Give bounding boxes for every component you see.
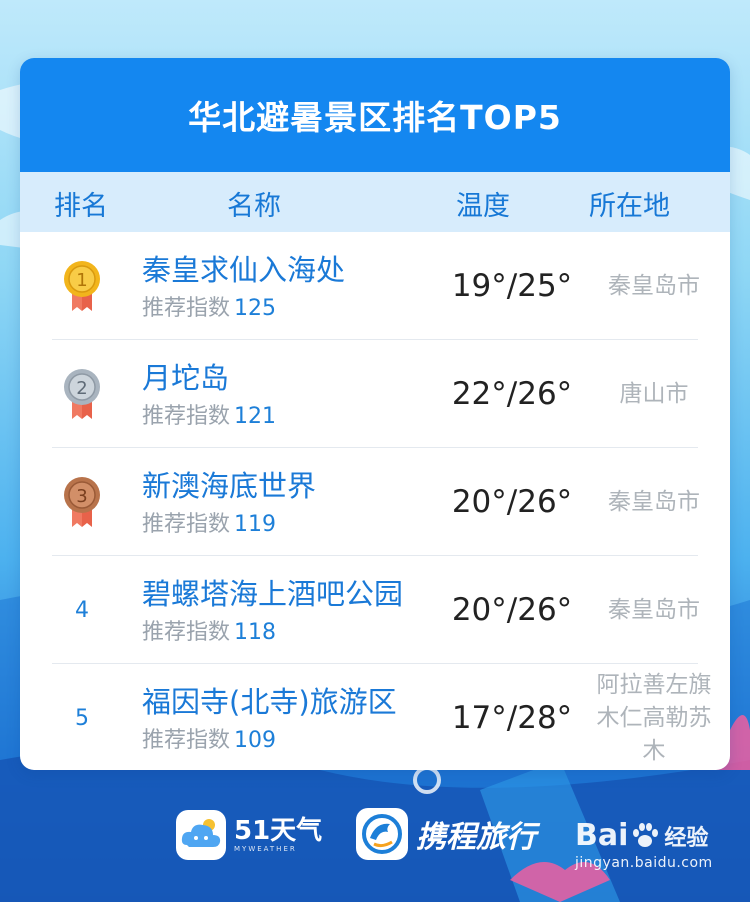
page-title: 华北避暑景区排名TOP5 <box>188 98 562 137</box>
ranking-row-1[interactable]: 1 秦皇求仙入海处 推荐指数 125 19°/25° 秦皇岛市 <box>52 232 700 340</box>
weather-logo-text: 51天气 <box>234 816 323 846</box>
cloud-mascot-icon <box>176 810 226 860</box>
recommend-index: 推荐指数 119 <box>142 506 316 538</box>
medal-rank-number: 1 <box>76 270 87 291</box>
index-value: 119 <box>234 512 277 537</box>
weather-logo-subtext: MYWEATHER <box>234 845 297 853</box>
ctrip-logo-text: 携程旅行 <box>416 820 536 855</box>
silver-medal-icon: 2 <box>64 369 100 419</box>
ctrip-logo[interactable]: 携程旅行 <box>356 808 536 860</box>
baidu-jingyan-watermark: Bai 经验 jingyan.baidu.com <box>575 818 713 871</box>
recommend-index: 推荐指数 109 <box>142 722 397 754</box>
column-header-row: 排名 名称 温度 所在地 <box>20 172 730 232</box>
spot-name[interactable]: 秦皇求仙入海处 <box>142 252 345 288</box>
ranking-list: 1 秦皇求仙入海处 推荐指数 125 19°/25° 秦皇岛市 2 月坨岛 推荐… <box>20 232 730 770</box>
ranking-row-2[interactable]: 2 月坨岛 推荐指数 121 22°/26° 唐山市 <box>52 340 698 448</box>
index-label: 推荐指数 <box>142 404 231 429</box>
index-value: 109 <box>234 728 277 753</box>
location: 秦皇岛市 <box>608 488 700 515</box>
temperature: 22°/26° <box>451 376 573 412</box>
column-header-name: 名称 <box>227 191 281 222</box>
rank-cell: 2 <box>52 340 112 448</box>
bronze-medal-icon: 3 <box>64 477 100 527</box>
watermark-brand: Bai <box>575 818 629 853</box>
index-value: 121 <box>234 404 277 429</box>
column-header-temp: 温度 <box>456 191 510 222</box>
ranking-row-5[interactable]: 5 福因寺(北寺)旅游区 推荐指数 109 17°/28° 阿拉善左旗木仁高勒苏木 <box>52 664 712 770</box>
location: 唐山市 <box>619 380 689 407</box>
index-value: 118 <box>234 620 277 645</box>
location: 秦皇岛市 <box>608 272 700 299</box>
index-label: 推荐指数 <box>142 512 231 537</box>
medal-rank-number: 3 <box>76 486 87 507</box>
watermark-brand-suffix: 经验 <box>664 825 709 851</box>
temperature: 19°/25° <box>451 268 573 304</box>
temperature: 17°/28° <box>451 700 573 736</box>
medal-rank-number: 2 <box>76 378 87 399</box>
dolphin-icon <box>356 808 408 860</box>
spot-name[interactable]: 新澳海底世界 <box>142 468 316 504</box>
column-header-rank: 排名 <box>54 191 108 222</box>
recommend-index: 推荐指数 118 <box>142 614 403 646</box>
index-label: 推荐指数 <box>142 728 231 753</box>
gold-medal-icon: 1 <box>64 261 100 311</box>
index-label: 推荐指数 <box>142 296 231 321</box>
temperature: 20°/26° <box>451 592 573 628</box>
ranking-row-3[interactable]: 3 新澳海底世界 推荐指数 119 20°/26° 秦皇岛市 <box>52 448 700 556</box>
rank-cell: 1 <box>52 232 112 340</box>
watermark-url: jingyan.baidu.com <box>575 855 713 871</box>
card-header: 华北避暑景区排名TOP5 <box>20 58 730 172</box>
rank-cell: 4 <box>52 556 112 664</box>
rank-number: 5 <box>75 705 89 731</box>
index-value: 125 <box>234 296 277 321</box>
rank-number: 4 <box>75 597 89 623</box>
ranking-row-4[interactable]: 4 碧螺塔海上酒吧公园 推荐指数 118 20°/26° 秦皇岛市 <box>52 556 700 664</box>
spot-name[interactable]: 月坨岛 <box>142 360 276 396</box>
temperature: 20°/26° <box>451 484 573 520</box>
column-header-place: 所在地 <box>589 191 670 222</box>
weather-app-logo[interactable]: 51天气 MYWEATHER <box>176 810 322 860</box>
recommend-index: 推荐指数 125 <box>142 290 345 322</box>
spot-name[interactable]: 碧螺塔海上酒吧公园 <box>142 576 403 612</box>
spot-name[interactable]: 福因寺(北寺)旅游区 <box>142 684 397 720</box>
ranking-card: 华北避暑景区排名TOP5 排名 名称 温度 所在地 1 秦皇求仙入海处 推荐指数… <box>20 58 730 770</box>
location: 秦皇岛市 <box>608 596 700 623</box>
rank-cell: 3 <box>52 448 112 556</box>
recommend-index: 推荐指数 121 <box>142 398 276 430</box>
paw-icon <box>633 822 659 847</box>
rank-cell: 5 <box>52 664 112 770</box>
index-label: 推荐指数 <box>142 620 231 645</box>
location: 阿拉善左旗木仁高勒苏木 <box>596 671 712 764</box>
